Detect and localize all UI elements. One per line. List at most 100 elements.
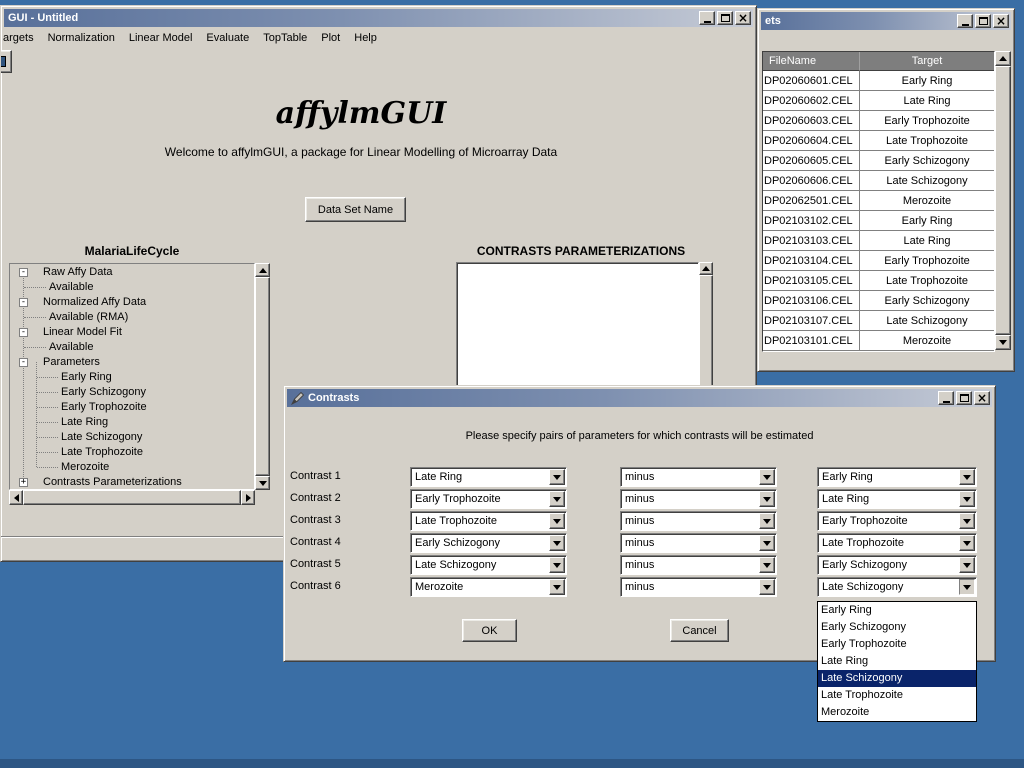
combobox-dropdown-button[interactable]: [759, 535, 775, 551]
combobox-dropdown-button[interactable]: [959, 469, 975, 485]
cell-target[interactable]: Late Ring: [860, 231, 994, 251]
cell-filename[interactable]: DP02060601.CEL: [763, 71, 860, 91]
cell-target[interactable]: Early Trophozoite: [860, 111, 994, 131]
menu-item[interactable]: argets: [2, 30, 41, 46]
targets-titlebar[interactable]: ets ×: [761, 12, 1011, 30]
contrast-left-combobox[interactable]: Late Ring: [410, 467, 567, 487]
operator-combobox[interactable]: minus: [620, 533, 777, 553]
operator-combobox[interactable]: minus: [620, 511, 777, 531]
scroll-down-button[interactable]: [255, 476, 270, 490]
operator-combobox[interactable]: minus: [620, 577, 777, 597]
table-row[interactable]: DP02062501.CEL Merozoite: [763, 191, 994, 211]
ok-button[interactable]: OK: [462, 619, 517, 642]
combobox-dropdown-button[interactable]: [549, 491, 565, 507]
main-titlebar[interactable]: GUI - Untitled ×: [4, 9, 753, 27]
dialog-titlebar[interactable]: Contrasts ×: [287, 389, 992, 407]
operator-combobox[interactable]: minus: [620, 489, 777, 509]
table-row[interactable]: DP02060604.CEL Late Trophozoite: [763, 131, 994, 151]
table-row[interactable]: DP02103105.CEL Late Trophozoite: [763, 271, 994, 291]
table-row[interactable]: DP02103103.CEL Late Ring: [763, 231, 994, 251]
combobox-dropdown-button[interactable]: [549, 557, 565, 573]
scroll-up-button[interactable]: [699, 262, 713, 275]
combobox-dropdown-button[interactable]: [759, 491, 775, 507]
cancel-button[interactable]: Cancel: [670, 619, 729, 642]
maximize-button[interactable]: [717, 11, 733, 25]
combobox-dropdown-button[interactable]: [759, 513, 775, 529]
tree-horizontal-scrollbar[interactable]: [9, 490, 255, 505]
tree-item[interactable]: Late Schizogony: [11, 430, 253, 445]
menu-item[interactable]: TopTable: [256, 30, 314, 46]
cell-target[interactable]: Early Schizogony: [860, 291, 994, 311]
cell-filename[interactable]: DP02103102.CEL: [763, 211, 860, 231]
tree-item[interactable]: Available (RMA): [11, 310, 253, 325]
maximize-button[interactable]: [956, 391, 972, 405]
tree-item[interactable]: Available: [11, 340, 253, 355]
column-header-target[interactable]: Target: [860, 52, 994, 71]
tree-item[interactable]: Merozoite: [11, 460, 253, 475]
scroll-left-button[interactable]: [9, 490, 23, 505]
combobox-dropdown-button[interactable]: [759, 469, 775, 485]
contrast-right-combobox[interactable]: Early Ring: [817, 467, 977, 487]
close-button[interactable]: ×: [974, 391, 990, 405]
close-button[interactable]: ×: [735, 11, 751, 25]
contrast-right-combobox[interactable]: Early Trophozoite: [817, 511, 977, 531]
table-row[interactable]: DP02060603.CEL Early Trophozoite: [763, 111, 994, 131]
tree-item[interactable]: - Normalized Affy Data: [11, 295, 253, 310]
cell-target[interactable]: Merozoite: [860, 191, 994, 211]
minimize-button[interactable]: [938, 391, 954, 405]
contrast-right-combobox[interactable]: Late Trophozoite: [817, 533, 977, 553]
combobox-dropdown-button[interactable]: [549, 579, 565, 595]
scrollbar-thumb[interactable]: [255, 277, 270, 476]
tree-item[interactable]: Early Ring: [11, 370, 253, 385]
operator-combobox[interactable]: minus: [620, 555, 777, 575]
cell-filename[interactable]: DP02060602.CEL: [763, 91, 860, 111]
dropdown-option[interactable]: Early Ring: [818, 602, 976, 619]
tree-item[interactable]: - Linear Model Fit: [11, 325, 253, 340]
table-row[interactable]: DP02060602.CEL Late Ring: [763, 91, 994, 111]
cell-target[interactable]: Early Trophozoite: [860, 251, 994, 271]
dropdown-option[interactable]: Early Trophozoite: [818, 636, 976, 653]
contrast-right-combobox[interactable]: Late Ring: [817, 489, 977, 509]
cell-target[interactable]: Late Trophozoite: [860, 131, 994, 151]
scroll-right-button[interactable]: [241, 490, 255, 505]
toolbar-button[interactable]: [0, 50, 12, 73]
cell-target[interactable]: Late Trophozoite: [860, 271, 994, 291]
column-header-filename[interactable]: FileName: [763, 52, 860, 71]
scrollbar-thumb[interactable]: [23, 490, 241, 505]
combobox-dropdown-button[interactable]: [759, 557, 775, 573]
contrast-right-combobox[interactable]: Late Schizogony: [817, 577, 977, 597]
tree-item[interactable]: Early Trophozoite: [11, 400, 253, 415]
cell-filename[interactable]: DP02060606.CEL: [763, 171, 860, 191]
tree-expand-icon[interactable]: +: [19, 478, 28, 487]
tree-item[interactable]: - Raw Affy Data: [11, 265, 253, 280]
contrast-right-combobox[interactable]: Early Schizogony: [817, 555, 977, 575]
tree-item[interactable]: Available: [11, 280, 253, 295]
tree-item[interactable]: Late Ring: [11, 415, 253, 430]
menu-item[interactable]: Linear Model: [122, 30, 200, 46]
table-row[interactable]: DP02060605.CEL Early Schizogony: [763, 151, 994, 171]
scrollbar-thumb[interactable]: [995, 66, 1011, 335]
cell-target[interactable]: Merozoite: [860, 331, 994, 351]
tree-vertical-scrollbar[interactable]: [255, 263, 270, 490]
cell-filename[interactable]: DP02060603.CEL: [763, 111, 860, 131]
cell-filename[interactable]: DP02062501.CEL: [763, 191, 860, 211]
dropdown-option[interactable]: Merozoite: [818, 704, 976, 721]
close-button[interactable]: ×: [993, 14, 1009, 28]
cell-filename[interactable]: DP02103105.CEL: [763, 271, 860, 291]
cell-filename[interactable]: DP02103107.CEL: [763, 311, 860, 331]
tree-item[interactable]: + Contrasts Parameterizations: [11, 475, 253, 490]
cell-target[interactable]: Late Ring: [860, 91, 994, 111]
status-tree[interactable]: - Raw Affy Data Available - Normalized A…: [9, 263, 255, 490]
cell-target[interactable]: Early Schizogony: [860, 151, 994, 171]
combobox-dropdown-button[interactable]: [959, 557, 975, 573]
cell-filename[interactable]: DP02060605.CEL: [763, 151, 860, 171]
dropdown-option[interactable]: Late Ring: [818, 653, 976, 670]
combobox-dropdown-button[interactable]: [959, 579, 975, 595]
combobox-dropdown-button[interactable]: [759, 579, 775, 595]
table-row[interactable]: DP02103106.CEL Early Schizogony: [763, 291, 994, 311]
combobox-dropdown-button[interactable]: [959, 535, 975, 551]
contrast-left-combobox[interactable]: Late Trophozoite: [410, 511, 567, 531]
cell-filename[interactable]: DP02103104.CEL: [763, 251, 860, 271]
tree-item[interactable]: - Parameters: [11, 355, 253, 370]
tree-item[interactable]: Early Schizogony: [11, 385, 253, 400]
